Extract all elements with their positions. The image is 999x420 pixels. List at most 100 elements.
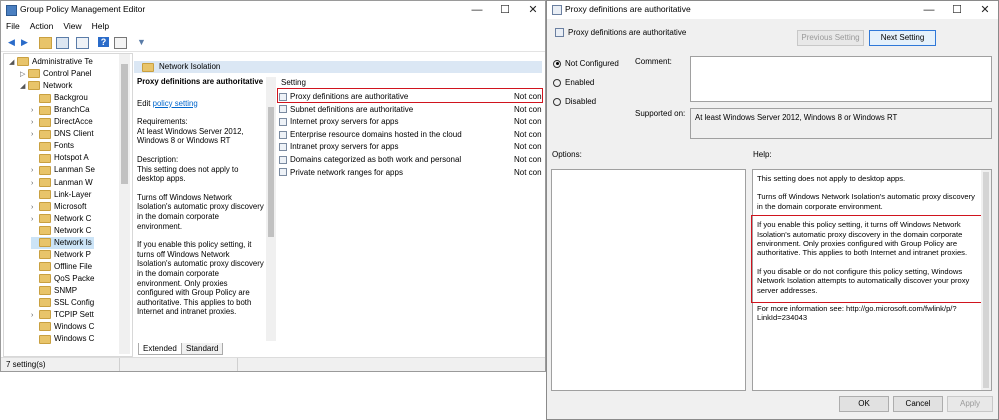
description-scroll-thumb[interactable] [268, 107, 274, 237]
tree-item[interactable]: Network Is [31, 236, 94, 249]
setting-name-cell: Private network ranges for apps [290, 167, 403, 177]
expanded-arrow-icon[interactable]: ◢ [9, 57, 17, 69]
setting-row[interactable]: Domains categorized as both work and per… [279, 154, 542, 166]
setting-row[interactable]: Private network ranges for apps Not con [279, 167, 542, 179]
folder-icon [28, 81, 40, 91]
close-button[interactable]: ✕ [519, 1, 545, 19]
tree-item[interactable]: ◢ Administrative Te [9, 56, 93, 68]
supported-on-text: At least Windows Server 2012, Windows 8 … [695, 113, 898, 122]
ok-button[interactable]: OK [839, 396, 889, 412]
description-pane: Proxy definitions are authoritative Edit… [137, 77, 265, 339]
next-setting-button[interactable]: Next Setting [869, 30, 936, 46]
radio-enabled[interactable]: Enabled [553, 78, 594, 87]
tree-scroll-thumb[interactable] [121, 64, 128, 184]
forward-arrow-icon[interactable]: ▶ [19, 37, 30, 47]
dialog-maximize-button[interactable]: ☐ [943, 1, 971, 19]
show-tree-icon[interactable] [56, 37, 69, 49]
tree-item-label: Network P [54, 249, 91, 259]
policy-setting-icon [279, 143, 287, 152]
tree-item[interactable]: ◢ Network [20, 80, 72, 92]
tree-item-label: SNMP [54, 285, 78, 295]
help-scroll-thumb[interactable] [983, 172, 989, 388]
dialog-minimize-button[interactable]: — [915, 1, 943, 19]
help-scrollbar[interactable] [981, 170, 991, 390]
setting-row[interactable]: Intranet proxy servers for apps Not con [279, 141, 542, 153]
setting-icon [555, 28, 564, 37]
gpme-menubar: File Action View Help [1, 19, 545, 34]
folder-icon [39, 334, 51, 344]
up-folder-icon[interactable] [39, 37, 52, 49]
edit-policy-link[interactable]: policy setting [153, 99, 198, 108]
setting-column-header[interactable]: Setting [281, 78, 306, 87]
radio-enabled-dot[interactable] [553, 78, 561, 87]
setting-row[interactable]: Enterprise resource domains hosted in th… [279, 129, 542, 141]
tree-item[interactable]: SNMP [31, 285, 77, 297]
tree-item[interactable]: Backgrou [31, 92, 88, 104]
tree-item[interactable]: Offline File [31, 261, 92, 273]
tree-scrollbar[interactable] [119, 54, 130, 354]
tree-item[interactable]: ▷ Control Panel [20, 68, 91, 80]
tree-item[interactable]: › DirectAcce [31, 116, 93, 128]
console-icon[interactable] [114, 37, 127, 49]
properties-icon[interactable] [76, 37, 89, 49]
tree-item[interactable]: Fonts [31, 140, 74, 152]
policy-setting-icon [279, 130, 287, 139]
menu-action[interactable]: Action [25, 19, 59, 31]
setting-name-cell: Internet proxy servers for apps [290, 117, 399, 127]
tree-item[interactable]: Windows C [31, 321, 94, 333]
tree-item-label: Fonts [54, 141, 75, 151]
header-title: Network Isolation [159, 62, 221, 71]
tree-item[interactable]: › Lanman W [31, 177, 93, 189]
cancel-button[interactable]: Cancel [893, 396, 943, 412]
tree-item[interactable]: › Network C [31, 213, 91, 225]
policy-setting-icon [279, 168, 287, 177]
previous-setting-button[interactable]: Previous Setting [797, 30, 864, 46]
comment-textarea[interactable] [690, 56, 992, 102]
expanded-arrow-icon[interactable]: ◢ [20, 81, 28, 93]
tree-item-label: Administrative Te [32, 57, 93, 66]
folder-icon [39, 226, 51, 236]
radio-not-configured-dot[interactable] [553, 59, 561, 68]
description-scrollbar[interactable] [266, 77, 276, 341]
tab-standard[interactable]: Standard [181, 343, 224, 355]
dialog-close-button[interactable]: ✕ [971, 1, 998, 19]
tree-item[interactable]: › TCPIP Sett [31, 309, 94, 321]
maximize-button[interactable]: ☐ [491, 1, 519, 19]
folder-icon [39, 177, 51, 187]
radio-disabled[interactable]: Disabled [553, 97, 596, 106]
setting-row[interactable]: Subnet definitions are authoritative Not … [279, 104, 542, 116]
minimize-button[interactable]: — [463, 1, 491, 19]
menu-help[interactable]: Help [87, 19, 114, 31]
tree-item[interactable]: › DNS Client [31, 128, 94, 140]
tree-item[interactable]: › BranchCa [31, 104, 90, 116]
tab-extended[interactable]: Extended [138, 343, 182, 355]
setting-row[interactable]: Internet proxy servers for apps Not con [279, 116, 542, 128]
tree-item[interactable]: Network P [31, 249, 91, 261]
filter-icon[interactable]: ▼ [136, 37, 147, 47]
tree-item[interactable]: › Microsoft [31, 201, 86, 213]
tree-item-label: Network [43, 81, 73, 91]
requirements-text: At least Windows Server 2012, Windows 8 … [137, 126, 244, 146]
help-panel: This setting does not apply to desktop a… [751, 169, 992, 391]
tree-item[interactable]: Windows C [31, 333, 94, 345]
back-arrow-icon[interactable]: ◀ [6, 37, 17, 47]
tree-item[interactable]: Link-Layer [31, 189, 91, 201]
tree-item[interactable]: Network C [31, 225, 91, 237]
menu-view[interactable]: View [58, 19, 86, 31]
tree-item[interactable]: Hotspot A [31, 152, 89, 164]
folder-icon [39, 105, 51, 115]
apply-button[interactable]: Apply [947, 396, 993, 412]
dialog-app-icon [552, 5, 562, 15]
folder-icon [17, 57, 29, 67]
tree-item-label: Backgrou [54, 93, 88, 103]
tree-item[interactable]: QoS Packe [31, 273, 94, 285]
menu-file[interactable]: File [1, 19, 25, 31]
tree-item[interactable]: SSL Config [31, 297, 94, 309]
tree-item[interactable]: › Lanman Se [31, 164, 95, 176]
setting-state-cell: Not con [514, 129, 542, 139]
radio-not-configured[interactable]: Not Configured [553, 59, 619, 68]
radio-not-configured-label: Not Configured [565, 59, 619, 68]
help-icon[interactable]: ? [98, 37, 109, 47]
policy-setting-icon [279, 118, 287, 127]
radio-disabled-dot[interactable] [553, 97, 561, 106]
